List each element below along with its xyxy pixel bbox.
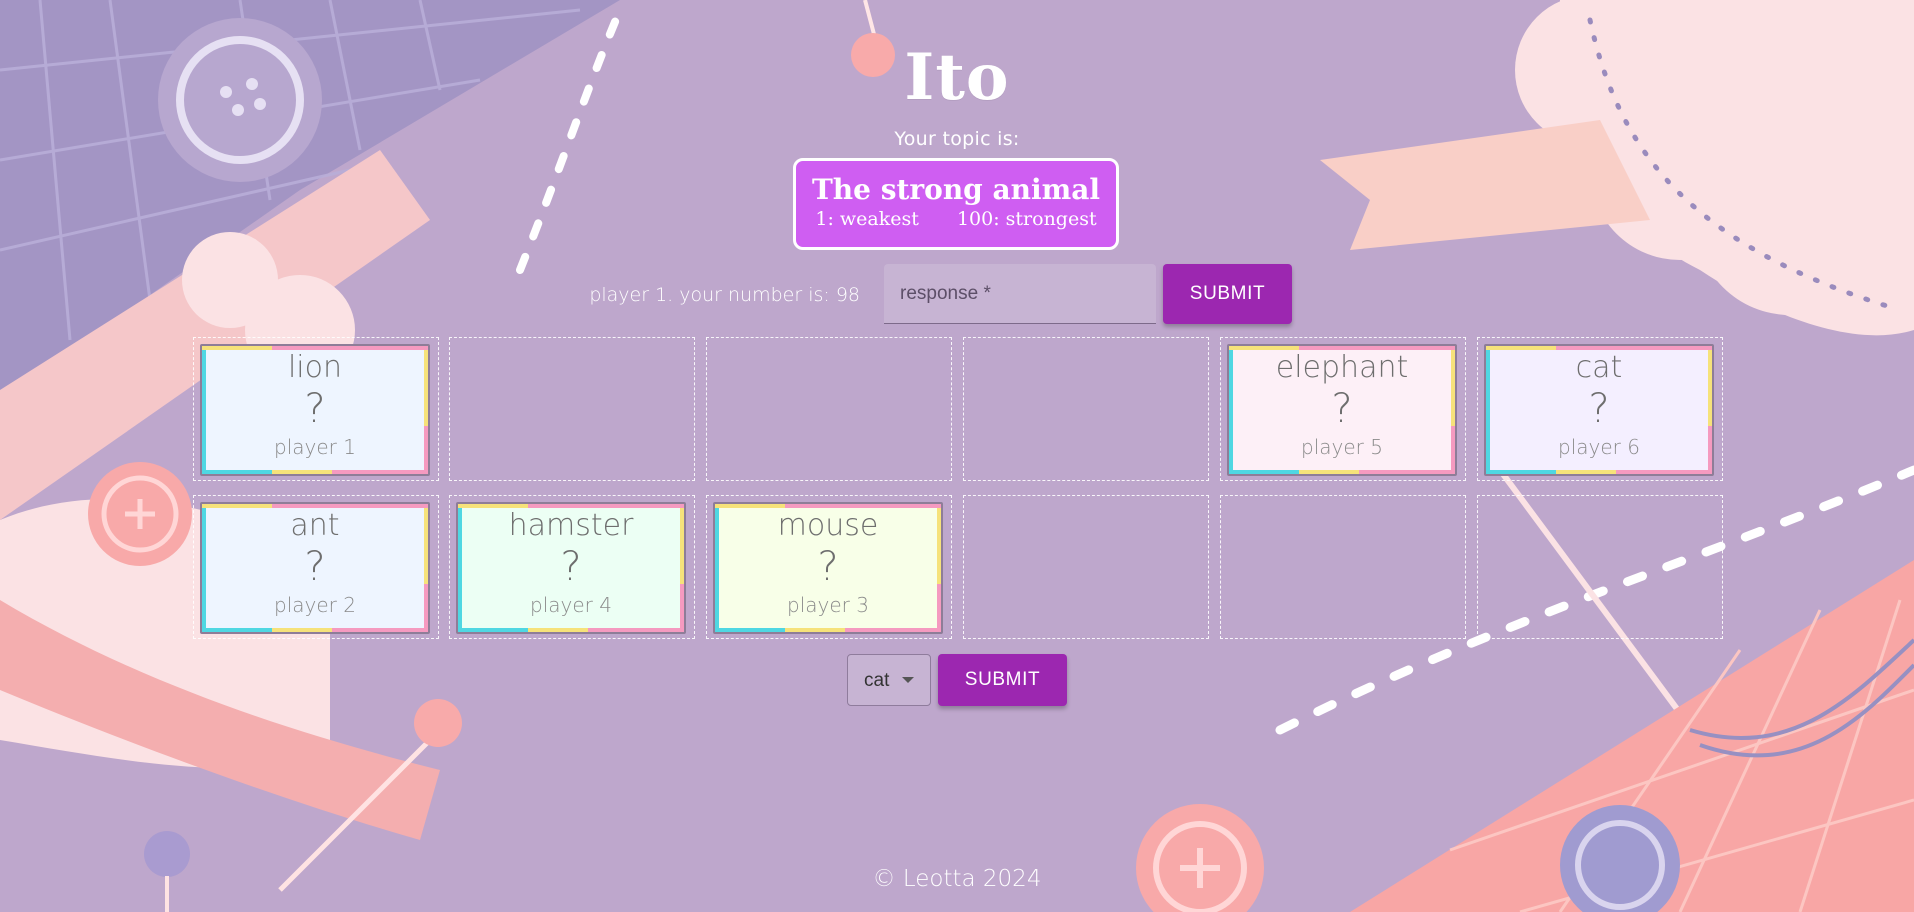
answer-card[interactable]: lion ? player 1 <box>200 344 430 476</box>
submit-card-button[interactable]: SUBMIT <box>938 654 1067 706</box>
grid-slot[interactable] <box>449 337 695 481</box>
card-edge-stripe <box>1299 470 1359 474</box>
grid-slot[interactable] <box>1220 495 1466 639</box>
card-edge-stripe <box>272 628 332 632</box>
card-edge-stripe <box>785 628 845 632</box>
card-hidden-number: ? <box>1331 386 1353 432</box>
card-edge-stripe <box>845 628 941 632</box>
card-edge-stripe <box>332 628 428 632</box>
grid-slot[interactable] <box>963 495 1209 639</box>
topic-title: The strong animal <box>811 173 1101 206</box>
card-edge-stripe <box>202 628 272 632</box>
card-player: player 1 <box>274 435 356 459</box>
submit-response-button[interactable]: SUBMIT <box>1163 264 1292 324</box>
app-title: Ito <box>904 40 1010 115</box>
card-edge-stripe <box>1229 470 1299 474</box>
scale-min-label: 1: weakest <box>815 208 919 230</box>
card-player: player 6 <box>1558 435 1640 459</box>
response-input[interactable] <box>884 264 1156 324</box>
card-edge-stripe <box>1359 470 1455 474</box>
answer-card[interactable]: elephant ? player 5 <box>1227 344 1457 476</box>
card-edge-stripe <box>1486 470 1556 474</box>
card-hidden-number: ? <box>560 544 582 590</box>
card-edge-stripe <box>202 470 272 474</box>
answer-card[interactable]: hamster ? player 4 <box>456 502 686 634</box>
card-edge-stripe <box>528 628 588 632</box>
card-word: hamster <box>508 508 634 543</box>
answer-card[interactable]: cat ? player 6 <box>1484 344 1714 476</box>
scale-max-label: 100: strongest <box>956 208 1097 230</box>
topic-scale: 1: weakest 100: strongest <box>796 208 1116 230</box>
topic-card: The strong animal 1: weakest 100: strong… <box>793 158 1119 250</box>
card-select-value: cat <box>864 670 890 691</box>
card-player: player 4 <box>530 593 612 617</box>
grid-slot[interactable] <box>963 337 1209 481</box>
footer-copyright: © Leotta 2024 <box>872 866 1042 892</box>
card-edge-stripe <box>458 628 528 632</box>
card-select[interactable]: cat <box>847 654 931 706</box>
card-hidden-number: ? <box>1588 386 1610 432</box>
card-edge-stripe <box>1616 470 1712 474</box>
grid-slot[interactable] <box>1477 495 1723 639</box>
card-edge-stripe <box>588 628 684 632</box>
topic-label: Your topic is: <box>894 128 1020 150</box>
card-edge-stripe <box>1556 470 1616 474</box>
player-number-text: player 1. your number is: 98 <box>589 284 860 306</box>
card-hidden-number: ? <box>304 544 326 590</box>
dropdown-arrow-icon <box>902 677 914 683</box>
card-player: player 3 <box>787 593 869 617</box>
answer-card[interactable]: ant ? player 2 <box>200 502 430 634</box>
card-edge-stripe <box>272 470 332 474</box>
card-word: cat <box>1575 350 1623 385</box>
answer-card[interactable]: mouse ? player 3 <box>713 502 943 634</box>
card-word: ant <box>290 508 340 543</box>
card-hidden-number: ? <box>817 544 839 590</box>
card-word: lion <box>287 350 343 385</box>
card-hidden-number: ? <box>304 386 326 432</box>
card-player: player 5 <box>1301 435 1383 459</box>
card-edge-stripe <box>715 628 785 632</box>
card-word: elephant <box>1275 350 1409 385</box>
grid-slot[interactable] <box>706 337 952 481</box>
card-edge-stripe <box>332 470 428 474</box>
card-player: player 2 <box>274 593 356 617</box>
card-word: mouse <box>777 508 879 543</box>
